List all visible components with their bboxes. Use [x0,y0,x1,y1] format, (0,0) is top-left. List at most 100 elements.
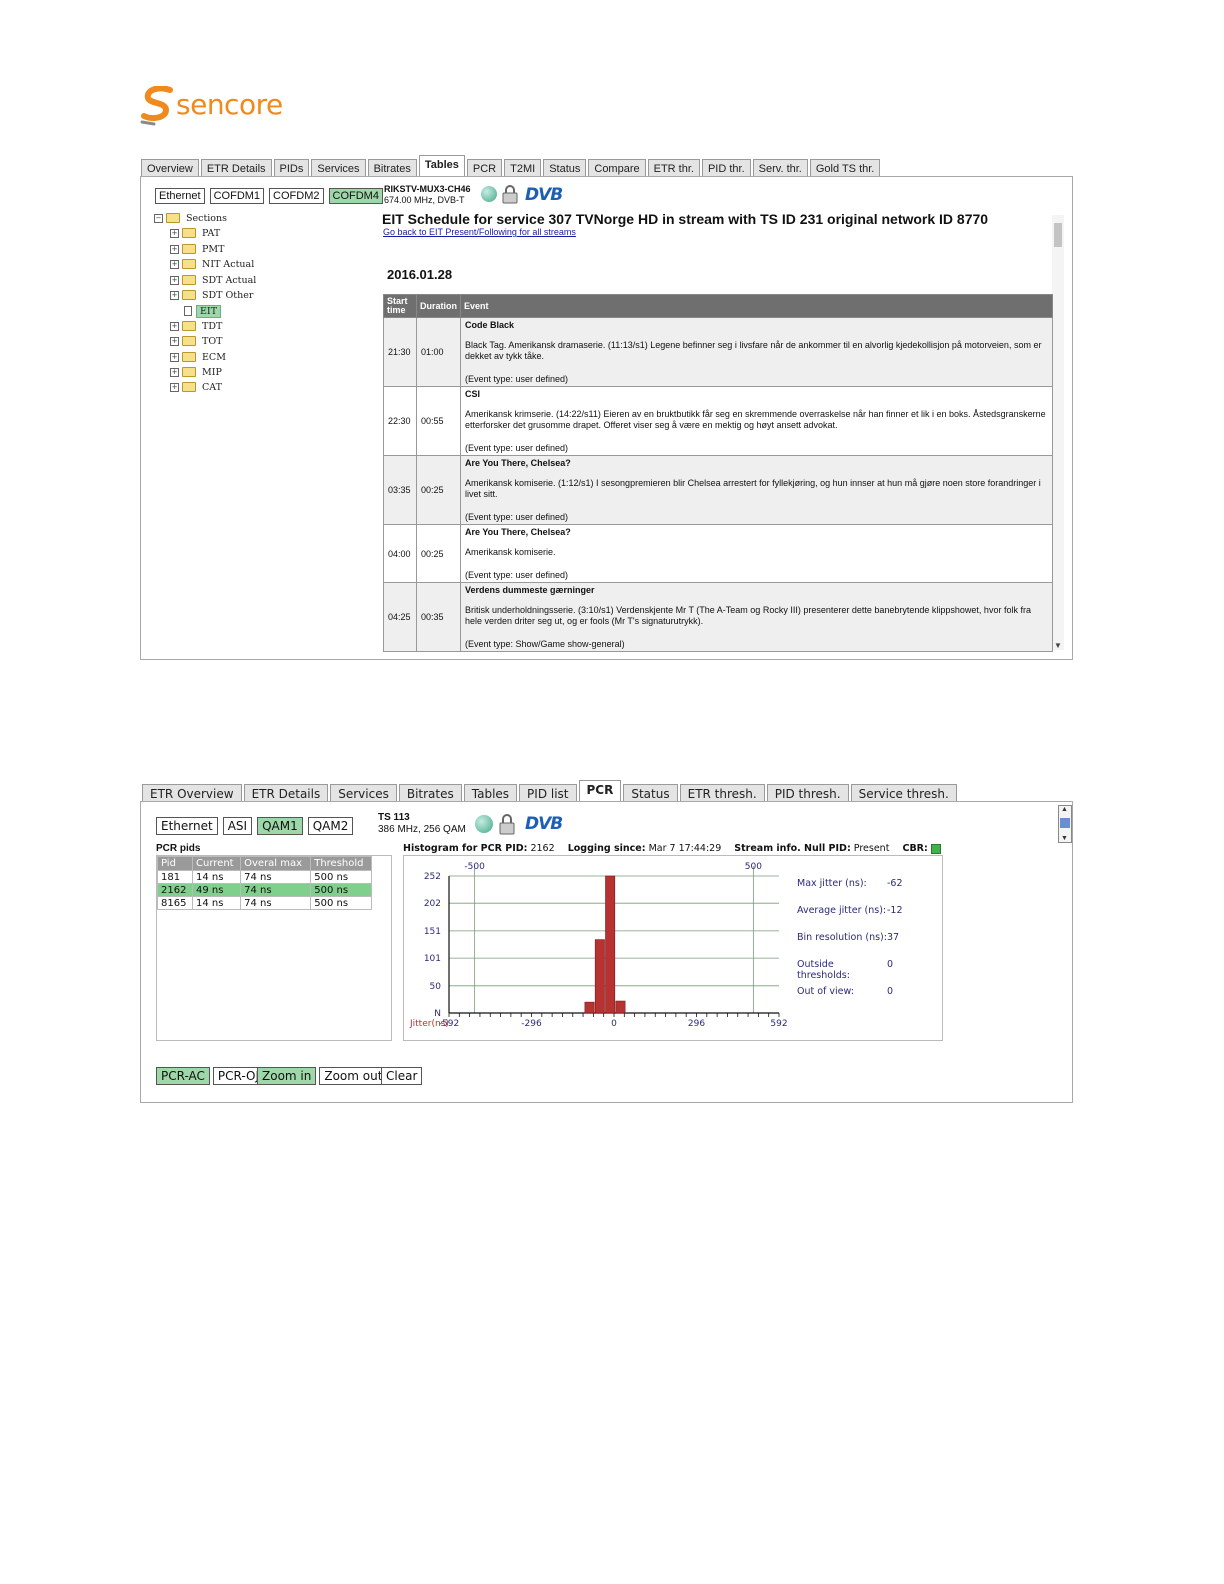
duration: 00:55 [416,386,461,456]
stat-value: -12 [887,905,903,916]
collapse-icon[interactable]: − [154,213,163,223]
tree-item-tdt[interactable]: + TDT [170,320,222,332]
input-qam1-button[interactable]: QAM1 [257,817,303,835]
expand-icon[interactable]: + [170,336,179,346]
schedule-date: 2016.01.28 [387,267,453,282]
stat-value: -62 [887,878,903,889]
tree-item-label: EIT [196,304,222,318]
tree-item-sdt-other[interactable]: + SDT Other [170,289,253,301]
signal-status-icon [475,815,493,833]
y-tick-label: 202 [424,899,441,909]
expand-icon[interactable]: + [170,382,179,392]
expand-icon[interactable]: + [170,352,179,362]
tree-item-pmt[interactable]: + PMT [170,243,224,255]
tree-item-mip[interactable]: + MIP [170,366,222,378]
mode-buttons: PCR-AC PCR-OJ [156,1067,265,1085]
stat-label: Bin resolution (ns): [797,932,887,943]
zoom-in-button[interactable]: Zoom in [257,1067,317,1085]
x-axis-label: Jitter(ns) [409,1019,449,1029]
clear-button[interactable]: Clear [381,1067,423,1085]
event-title: Are You There, Chelsea? [465,527,571,537]
table-row[interactable]: 8165 14 ns 74 ns 500 ns [156,896,372,910]
x-tick-label: 0 [611,1019,617,1029]
expand-icon[interactable]: + [170,259,179,269]
column-header: Event [460,294,1053,318]
scroll-up-icon[interactable]: ▲ [1061,806,1068,813]
folder-icon [182,275,196,285]
pid-cell: 181 [156,870,194,884]
current-cell: 14 ns [192,896,242,910]
back-to-eit-link[interactable]: Go back to EIT Present/Following for all… [383,227,576,237]
x-tick-label: -296 [521,1019,542,1029]
histogram-bar [594,939,605,1014]
input-cofdm4-button[interactable]: COFDM4 [328,188,383,204]
tree-item-sdt-actual[interactable]: + SDT Actual [170,274,256,286]
tree-item-nit-actual[interactable]: + NIT Actual [170,258,254,270]
table-header: Pid Current Overal max Threshold [156,856,372,871]
scroll-down-icon[interactable]: ▼ [1054,641,1062,650]
column-header: Pid [156,856,194,871]
input-cofdm2-button[interactable]: COFDM2 [269,188,324,204]
input-asi-button[interactable]: ASI [222,817,253,835]
tree-root[interactable]: − Sections [154,212,227,224]
expand-icon[interactable]: + [170,367,179,377]
logging-value: Mar 7 17:44:29 [648,843,722,854]
screen2-input-selector: Ethernet ASI QAM1 QAM2 [156,817,354,835]
tree-item-tot[interactable]: + TOT [170,335,222,347]
input-qam2-button[interactable]: QAM2 [307,817,354,835]
expand-icon[interactable]: + [170,321,179,331]
y-tick-label: 101 [424,954,441,964]
stat-average-jitter: Average jitter (ns): -12 [797,905,903,932]
column-header: Duration [416,294,461,318]
scrollbar-thumb[interactable] [1054,223,1062,247]
folder-icon [182,290,196,300]
tree-item-label: TDT [202,320,223,332]
overall-max-cell: 74 ns [240,883,312,897]
scrollbar[interactable]: ▼ [1052,215,1064,650]
scrollbar[interactable]: ▲ ▼ [1058,805,1072,843]
expand-icon[interactable]: + [170,228,179,238]
input-ethernet-button[interactable]: Ethernet [156,817,218,835]
logo-text: sencore [176,88,283,121]
stream-name: TS 113 [378,812,410,823]
overall-max-cell: 74 ns [240,870,312,884]
tree-item-pat[interactable]: + PAT [170,227,220,239]
pid-cell: 8165 [156,896,194,910]
lock-icon [502,185,518,204]
signal-status-icon [481,186,497,202]
scrollbar-thumb[interactable] [1060,818,1070,828]
input-ethernet-button[interactable]: Ethernet [155,188,205,204]
event-title: Code Black [465,320,515,330]
eit-table-container[interactable]: Start time Duration Event 21:30 01:00 Co… [383,294,1053,652]
folder-icon [182,352,196,362]
threshold-cell: 500 ns [310,870,372,884]
input-cofdm1-button[interactable]: COFDM1 [209,188,265,204]
expand-icon[interactable]: + [170,290,179,300]
duration: 01:00 [416,317,461,387]
tree-item-eit[interactable]: EIT [184,304,222,318]
folder-icon [182,321,196,331]
histogram-bar [584,1001,595,1014]
scroll-down-icon[interactable]: ▼ [1061,835,1068,842]
dvb-logo-icon: DVB [525,814,563,834]
histogram-pid-label: Histogram for PCR PID: [403,843,528,854]
table-row[interactable]: 181 14 ns 74 ns 500 ns [156,870,372,884]
expand-icon[interactable]: + [170,244,179,254]
pcr-pids-table: Pid Current Overal max Threshold 181 14 … [156,856,372,910]
pcr-ac-button[interactable]: PCR-AC [156,1067,210,1085]
zoom-out-button[interactable]: Zoom out [319,1067,388,1085]
table-row: 04:00 00:25 Are You There, Chelsea? Amer… [383,524,1053,583]
table-row-selected[interactable]: 2162 49 ns 74 ns 500 ns [156,883,372,897]
table-row: 21:30 01:00 Code Black Black Tag. Amerik… [383,317,1053,387]
y-tick-label: N [434,1009,441,1019]
tab-tables[interactable]: Tables [418,155,465,178]
expand-icon[interactable]: + [170,275,179,285]
tree-item-cat[interactable]: + CAT [170,381,222,393]
eit-title: EIT Schedule for service 307 TVNorge HD … [382,211,989,227]
event-cell: Verdens dummeste gærninger Britisk under… [460,582,1053,652]
pcr-pids-box: Pid Current Overal max Threshold 181 14 … [156,855,392,1041]
y-tick-label: 151 [424,927,441,937]
tree-item-label: NIT Actual [202,258,255,270]
tree-item-ecm[interactable]: + ECM [170,351,226,363]
tab-pcr[interactable]: PCR [578,780,622,803]
